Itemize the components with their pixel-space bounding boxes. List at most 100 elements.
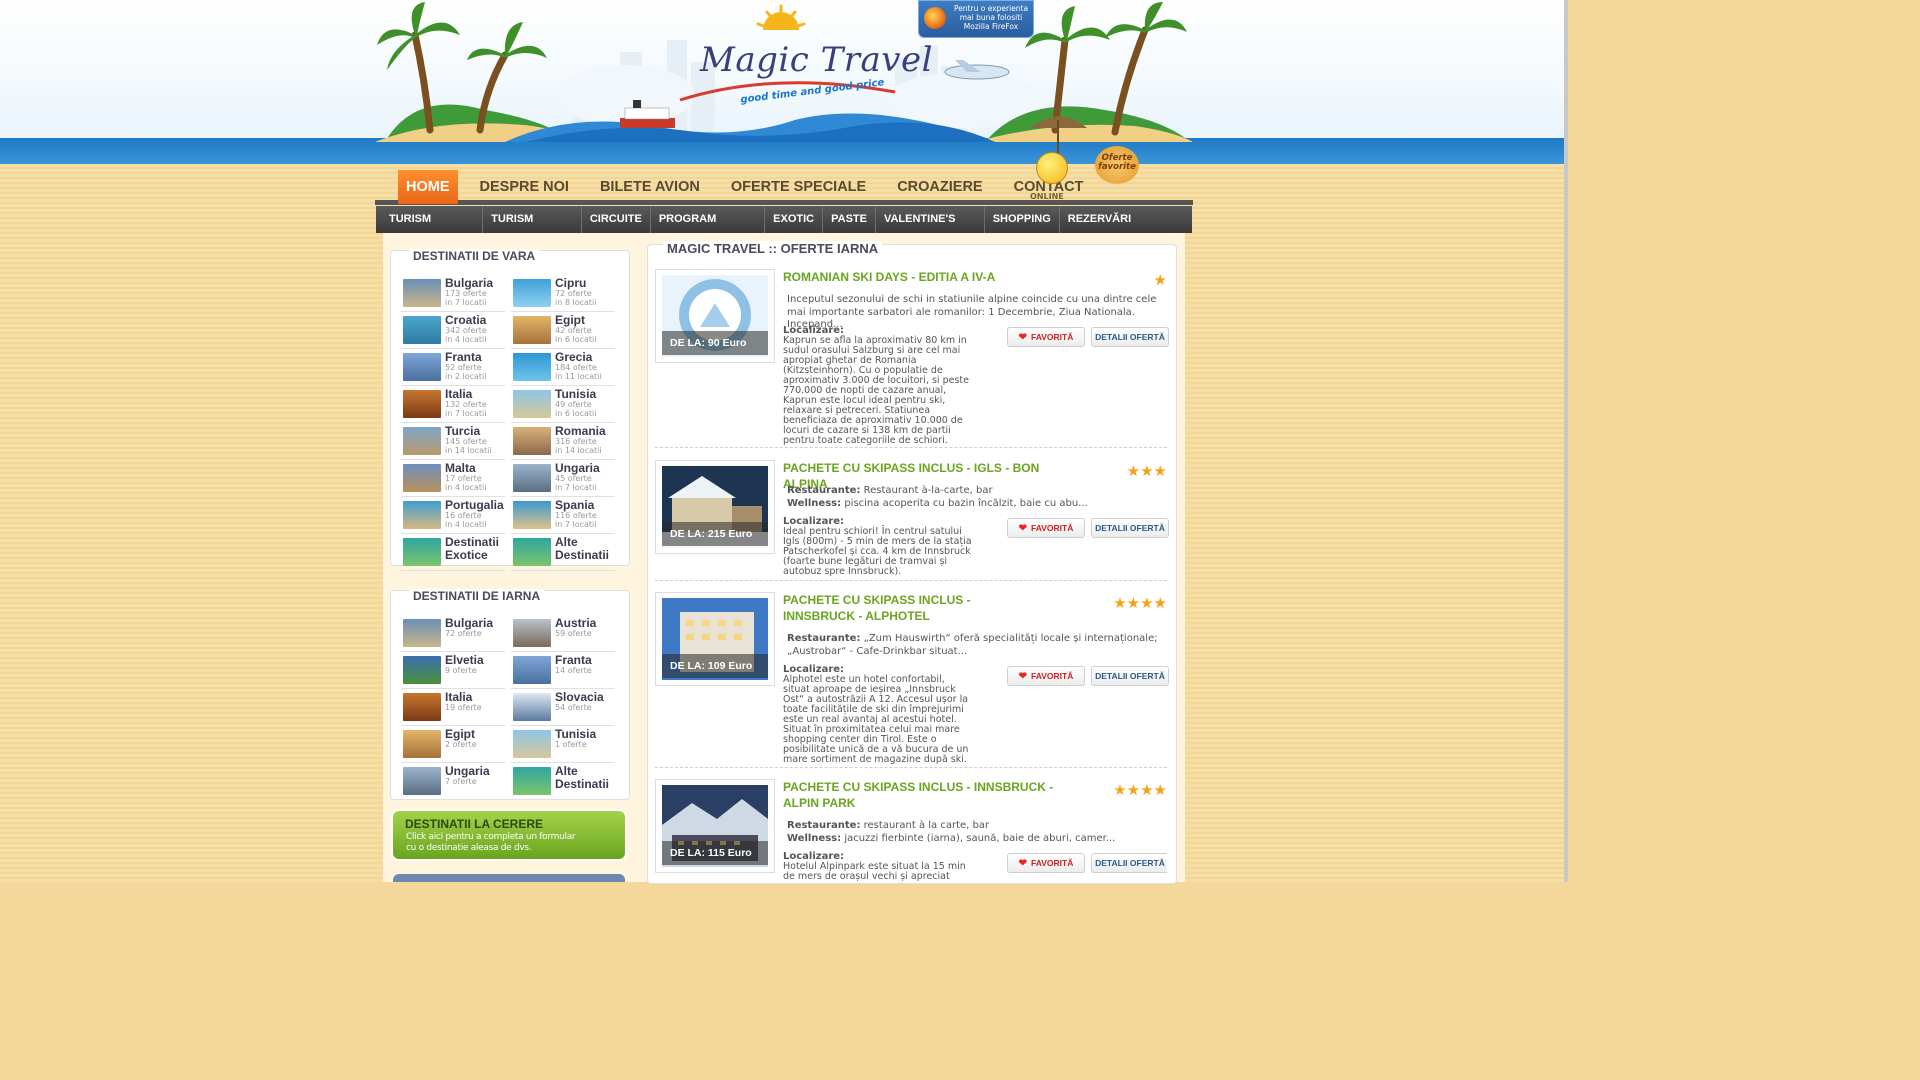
offer-separator [655, 580, 1167, 581]
offer-price: DE LA: 115 Euro [662, 841, 768, 865]
destination-count: 7 oferte [445, 777, 477, 786]
scrollbar[interactable] [1564, 0, 1568, 882]
destination-item[interactable]: Egipt 2 oferte [401, 726, 505, 763]
offer-location: Localizare: Alphotel este un hotel confor… [783, 664, 969, 765]
destination-thumbnail [403, 464, 441, 492]
offer-title[interactable]: PACHETE CU SKIPASS INCLUS - INNSBRUCK - … [783, 779, 1073, 811]
destination-thumbnail [513, 730, 551, 758]
destination-item[interactable]: Italia 132 oferte in 7 locatii [401, 386, 505, 423]
offer-location: Localizare: Ideal pentru schiori! În cent… [783, 516, 972, 577]
summer-destinations-title: DESTINATII DE VARA [409, 249, 540, 263]
destination-count: 14 oferte [555, 666, 592, 675]
offer-card: DE LA: 115 Euro PACHETE CU SKIPASS INCLU… [655, 779, 1167, 882]
offer-amenities: Restaurante: „Zum Hauswirth“ oferă speci… [787, 633, 1158, 657]
destination-item[interactable]: Turcia 145 oferte in 14 locatii [401, 423, 505, 460]
subnav-exotic[interactable]: EXOTIC [765, 206, 824, 233]
favorite-button[interactable]: ❤ FAVORITĂ [1007, 853, 1085, 873]
destination-item[interactable]: Ungaria 7 oferte [401, 763, 505, 800]
destination-count: 52 oferte in 2 locatii [445, 363, 487, 381]
offer-image-frame[interactable]: DE LA: 109 Euro [655, 592, 775, 686]
sub-nav: TURISM EXTERN TURISM INTERN CIRCUITE PRO… [376, 206, 1192, 252]
subnav-shopping[interactable]: SHOPPING [985, 206, 1060, 233]
destination-item[interactable]: Franta 14 oferte [511, 652, 615, 689]
destination-count: 132 oferte in 7 locatii [445, 400, 487, 418]
offer-separator [655, 447, 1167, 448]
site-logo-title[interactable]: Magic Travel [700, 40, 933, 80]
firefox-badge[interactable]: Pentru o experienta mai buna folositi Mo… [918, 0, 1034, 38]
nav-home[interactable]: HOME [398, 170, 458, 204]
offer-card: DE LA: 109 Euro PACHETE CU SKIPASS INCLU… [655, 592, 1169, 768]
winter-destinations-box: DESTINATII DE IARNA Bulgaria 72 oferte Au… [390, 589, 630, 800]
subnav-turism-extern[interactable]: TURISM EXTERN [376, 206, 484, 252]
subnav-rezervari-hoteluri[interactable]: REZERVĂRI HOTELURI [1060, 206, 1192, 252]
destination-item[interactable]: Austria 59 oferte [511, 615, 615, 652]
destination-item-exotic[interactable]: Destinatii Exotice [401, 534, 505, 571]
destination-item[interactable]: Malta 17 oferte in 4 locatii [401, 460, 505, 497]
destination-item[interactable]: Bulgaria 173 oferte in 7 locatii [401, 275, 505, 312]
destination-item[interactable]: Ungaria 45 oferte in 7 locatii [511, 460, 615, 497]
favorite-button[interactable]: ❤ FAVORITĂ [1007, 327, 1085, 347]
destination-item[interactable]: Spania 116 oferte in 7 locatii [511, 497, 615, 534]
request-banner-title: DESTINATII LA CERERE [405, 817, 544, 831]
offer-details-button[interactable]: DETALII OFERTĂ [1091, 853, 1167, 873]
nav-oferte-speciale[interactable]: OFERTE SPECIALE [722, 170, 875, 204]
destination-thumbnail [513, 656, 551, 684]
offer-title[interactable]: PACHETE CU SKIPASS INCLUS - INNSBRUCK - … [783, 592, 1033, 624]
destination-thumbnail [513, 279, 551, 307]
destination-item[interactable]: Tunisia 1 oferte [511, 726, 615, 763]
destination-count: 1 oferte [555, 740, 587, 749]
destination-item[interactable]: Tunisia 49 oferte in 6 locatii [511, 386, 615, 423]
destination-item[interactable]: Bulgaria 72 oferte [401, 615, 505, 652]
destination-name: Alte Destinatii [555, 535, 610, 562]
firefox-icon [924, 7, 946, 29]
destination-item[interactable]: Egipt 42 oferte in 6 locatii [511, 312, 615, 349]
offer-title[interactable]: ROMANIAN SKI DAYS - EDITIA A IV-A [783, 269, 1043, 285]
offer-details-button[interactable]: DETALII OFERTĂ [1091, 666, 1169, 686]
destination-count: 19 oferte [445, 703, 482, 712]
destination-thumbnail [403, 538, 441, 566]
subnav-paste[interactable]: PASTE [823, 206, 876, 233]
destination-item[interactable]: Croatia 342 oferte in 4 locatii [401, 312, 505, 349]
rating-stars: ★★★★ [1113, 594, 1167, 612]
subnav-circuite[interactable]: CIRCUITE [582, 206, 651, 233]
offer-image-frame[interactable]: DE LA: 115 Euro [655, 779, 775, 873]
nav-bilete-avion[interactable]: BILETE AVION [591, 170, 709, 204]
offer-amenities: Restaurante: restaurant à la carte, bar W… [787, 820, 1116, 844]
destination-thumbnail [403, 619, 441, 647]
subnav-valentines-day[interactable]: VALENTINE'S DAY [876, 206, 985, 252]
destination-count: 145 oferte in 14 locatii [445, 437, 492, 455]
offer-image-frame[interactable]: DE LA: 215 Euro [655, 460, 775, 554]
destination-thumbnail [513, 464, 551, 492]
nav-croaziere[interactable]: CROAZIERE [888, 170, 991, 204]
destination-thumbnail [403, 390, 441, 418]
destination-count: 45 oferte in 7 locatii [555, 474, 597, 492]
destination-item-other[interactable]: Alte Destinatii [511, 763, 615, 800]
destination-item[interactable]: Cipru 72 oferte in 8 locatii [511, 275, 615, 312]
online-support-icon[interactable] [1036, 152, 1068, 184]
subnav-program-senior[interactable]: PROGRAM SENIOR [651, 206, 766, 252]
favorite-offers-badge[interactable]: Oferte favorite [1095, 146, 1139, 184]
destination-item[interactable]: Grecia 184 oferte in 11 locatii [511, 349, 615, 386]
destination-item[interactable]: Portugalia 16 oferte in 4 locatii [401, 497, 505, 534]
destination-item[interactable]: Elvetia 9 oferte [401, 652, 505, 689]
destination-item[interactable]: Romania 316 oferte in 14 locatii [511, 423, 615, 460]
offer-details-button[interactable]: DETALII OFERTĂ [1091, 327, 1169, 347]
destination-count: 342 oferte in 4 locatii [445, 326, 487, 344]
favorite-button[interactable]: ❤ FAVORITĂ [1007, 518, 1085, 538]
destination-thumbnail [513, 538, 551, 566]
destination-item[interactable]: Slovacia 54 oferte [511, 689, 615, 726]
request-banner-text: Click aici pentru a completa un formular… [406, 832, 576, 853]
nav-despre-noi[interactable]: DESPRE NOI [471, 170, 578, 204]
offer-details-button[interactable]: DETALII OFERTĂ [1091, 518, 1169, 538]
destination-item-other[interactable]: Alte Destinatii [511, 534, 615, 571]
destination-thumbnail [403, 501, 441, 529]
request-destination-banner[interactable]: DESTINATII LA CERERE Click aici pentru a… [393, 811, 625, 859]
offer-amenities: Restaurante: Restaurant à-la-carte, bar W… [787, 485, 1088, 509]
destination-count: 16 oferte in 4 locatii [445, 511, 487, 529]
destination-item[interactable]: Franta 52 oferte in 2 locatii [401, 349, 505, 386]
winter-destinations-title: DESTINATII DE IARNA [409, 589, 545, 603]
favorite-button[interactable]: ❤ FAVORITĂ [1007, 666, 1085, 686]
offer-image-frame[interactable]: DE LA: 90 Euro [655, 269, 775, 363]
subnav-turism-intern[interactable]: TURISM INTERN [483, 206, 582, 252]
destination-item[interactable]: Italia 19 oferte [401, 689, 505, 726]
